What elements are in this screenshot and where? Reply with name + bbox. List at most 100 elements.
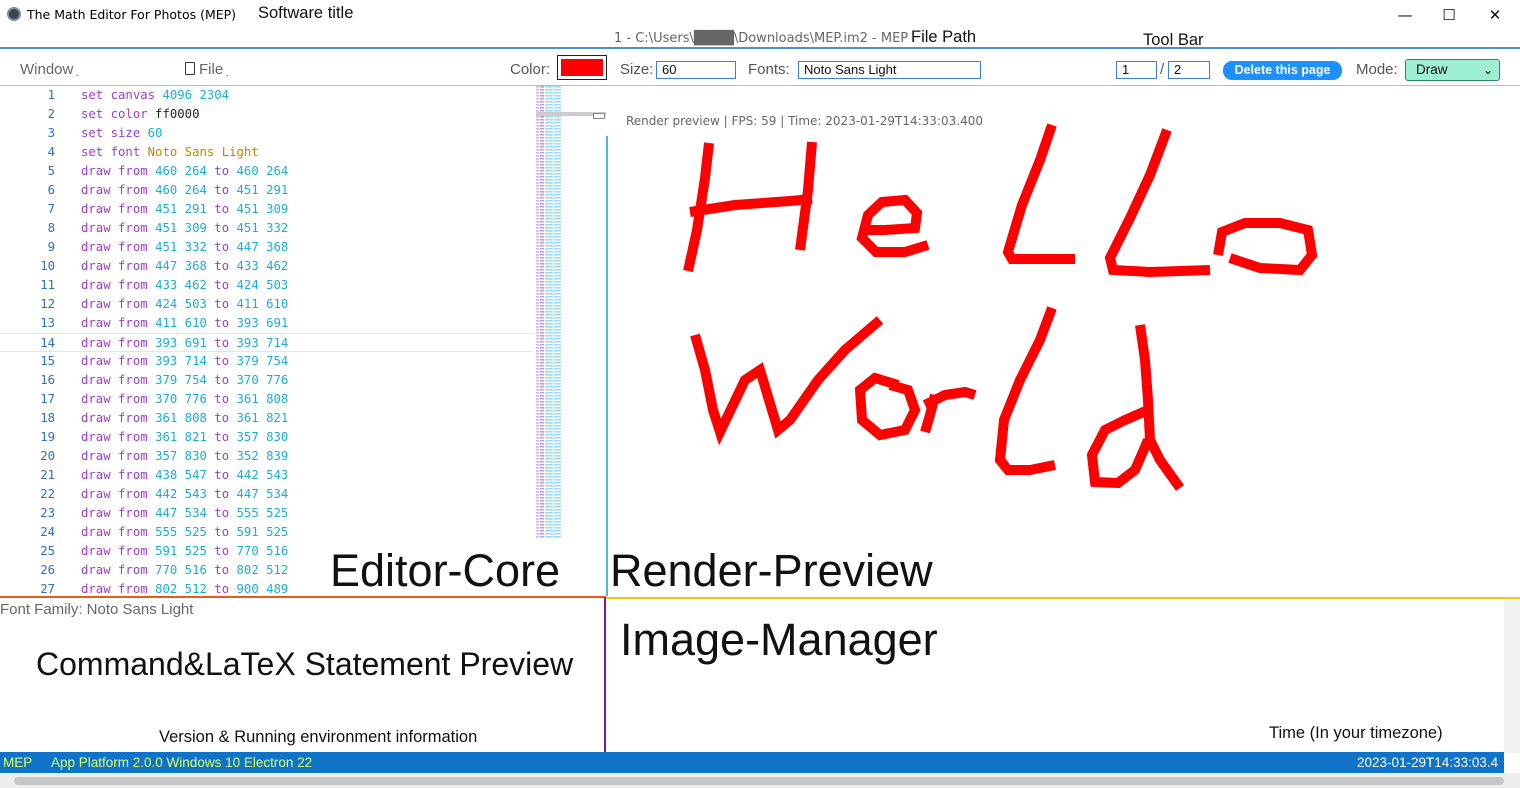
image-manager-divider bbox=[606, 597, 1520, 599]
cursor-indicator bbox=[593, 113, 605, 119]
line-number: 27 bbox=[40, 582, 55, 596]
line-code: draw from 370 776 to 361 808 bbox=[81, 392, 289, 406]
line-number: 6 bbox=[47, 183, 55, 197]
code-line[interactable]: 3 set size 60 bbox=[0, 124, 533, 143]
stroke-e bbox=[856, 194, 930, 257]
code-line[interactable]: 17 draw from 370 776 to 361 808 bbox=[0, 390, 533, 409]
line-code: draw from 361 821 to 357 830 bbox=[81, 430, 289, 444]
code-line[interactable]: 12 draw from 424 503 to 411 610 bbox=[0, 295, 533, 314]
line-code: draw from 393 691 to 393 714 bbox=[81, 336, 289, 350]
delete-page-button[interactable]: Delete this page bbox=[1223, 61, 1342, 80]
line-number: 9 bbox=[47, 240, 55, 254]
line-code: set font Noto Sans Light bbox=[81, 145, 259, 159]
stroke-r bbox=[920, 386, 977, 434]
close-button[interactable]: ✕ bbox=[1472, 0, 1518, 30]
line-number: 16 bbox=[40, 373, 55, 387]
code-line[interactable]: 15 draw from 393 714 to 379 754 bbox=[0, 352, 533, 371]
code-line[interactable]: 21 draw from 438 547 to 442 543 bbox=[0, 466, 533, 485]
line-code: draw from 447 534 to 555 525 bbox=[81, 506, 289, 520]
version-annotation: Version & Running environment informatio… bbox=[159, 728, 478, 746]
code-line[interactable]: 22 draw from 442 543 to 447 534 bbox=[0, 485, 533, 504]
line-code: set color ff0000 bbox=[81, 107, 200, 121]
line-code: draw from 591 525 to 770 516 bbox=[81, 544, 289, 558]
line-number: 8 bbox=[47, 221, 55, 235]
stroke-l2 bbox=[1104, 128, 1211, 278]
fonts-input[interactable]: Noto Sans Light bbox=[798, 61, 981, 79]
image-manager-scrollbar[interactable] bbox=[1504, 599, 1520, 753]
statement-font-family: Font Family: Noto Sans Light bbox=[0, 601, 194, 618]
size-input[interactable]: 60 bbox=[656, 61, 736, 79]
size-label: Size: bbox=[620, 61, 654, 78]
hello-world-drawing bbox=[683, 123, 1318, 491]
stroke-w bbox=[690, 316, 884, 446]
status-time: 2023-01-29T14:33:03.4 bbox=[1357, 755, 1499, 770]
line-number: 25 bbox=[40, 544, 55, 558]
horizontal-scroll-thumb[interactable] bbox=[14, 777, 1504, 785]
line-code: set size 60 bbox=[81, 126, 163, 140]
line-number: 21 bbox=[40, 468, 55, 482]
line-number: 7 bbox=[47, 202, 55, 216]
stroke-d bbox=[1086, 324, 1185, 491]
code-line[interactable]: 18 draw from 361 808 to 361 821 bbox=[0, 409, 533, 428]
line-code: draw from 442 543 to 447 534 bbox=[81, 487, 289, 501]
code-line[interactable]: 13 draw from 411 610 to 393 691 bbox=[0, 314, 533, 333]
line-code: draw from 447 368 to 433 462 bbox=[81, 259, 289, 273]
stroke-h-bar bbox=[689, 194, 813, 217]
code-line[interactable]: 5 draw from 460 264 to 460 264 bbox=[0, 162, 533, 181]
code-line[interactable]: 8 draw from 451 309 to 451 332 bbox=[0, 219, 533, 238]
code-line[interactable]: 19 draw from 361 821 to 357 830 bbox=[0, 428, 533, 447]
line-code: draw from 411 610 to 393 691 bbox=[81, 316, 289, 330]
window-menu[interactable]: Window ˬ bbox=[20, 61, 79, 78]
mode-label: Mode: bbox=[1356, 61, 1398, 78]
code-line[interactable]: 9 draw from 451 332 to 447 368 bbox=[0, 238, 533, 257]
line-code: draw from 433 462 to 424 503 bbox=[81, 278, 289, 292]
stroke-l1 bbox=[1002, 123, 1075, 264]
window-title: The Math Editor For Photos (MEP) bbox=[27, 7, 237, 22]
app-logo-icon bbox=[7, 7, 21, 21]
line-number: 26 bbox=[40, 563, 55, 577]
file-menu[interactable]: File ˬ bbox=[185, 61, 229, 78]
code-line[interactable]: 20 draw from 357 830 to 352 839 bbox=[0, 447, 533, 466]
line-number: 4 bbox=[47, 145, 55, 159]
line-number: 22 bbox=[40, 487, 55, 501]
file-path: 1 - C:\Users\████\Downloads\MEP.im2 - ME… bbox=[614, 31, 909, 46]
line-code: draw from 802 512 to 900 489 bbox=[81, 582, 289, 596]
code-line[interactable]: 24 draw from 555 525 to 591 525 bbox=[0, 523, 533, 542]
line-code: draw from 451 332 to 447 368 bbox=[81, 240, 289, 254]
color-picker[interactable] bbox=[557, 55, 607, 80]
page-separator: / bbox=[1160, 61, 1165, 78]
line-code: draw from 357 830 to 352 839 bbox=[81, 449, 289, 463]
mode-select[interactable]: Draw ⌄ bbox=[1405, 59, 1500, 81]
line-number: 13 bbox=[40, 316, 55, 330]
render-canvas[interactable] bbox=[608, 86, 1520, 596]
code-line[interactable]: 4 set font Noto Sans Light bbox=[0, 143, 533, 162]
header-divider bbox=[0, 47, 1520, 49]
statement-preview-annotation: Command&LaTeX Statement Preview bbox=[36, 646, 574, 682]
line-code: draw from 379 754 to 370 776 bbox=[81, 373, 289, 387]
line-number: 2 bbox=[47, 107, 55, 121]
maximize-button[interactable]: ☐ bbox=[1426, 0, 1472, 30]
minimize-button[interactable]: — bbox=[1382, 0, 1428, 30]
code-line[interactable]: 6 draw from 460 264 to 451 291 bbox=[0, 181, 533, 200]
line-code: draw from 451 291 to 451 309 bbox=[81, 202, 289, 216]
code-line[interactable]: 2 set color ff0000 bbox=[0, 105, 533, 124]
stroke-l3 bbox=[994, 306, 1057, 475]
panel-splitter[interactable] bbox=[604, 597, 606, 771]
code-line[interactable]: 14 draw from 393 691 to 393 714 bbox=[0, 333, 533, 352]
line-number: 12 bbox=[40, 297, 55, 311]
page-current-input[interactable]: 1 bbox=[1116, 61, 1157, 79]
line-number: 18 bbox=[40, 411, 55, 425]
line-code: draw from 555 525 to 591 525 bbox=[81, 525, 289, 539]
color-swatch bbox=[561, 59, 603, 76]
code-line[interactable]: 10 draw from 447 368 to 433 462 bbox=[0, 257, 533, 276]
code-line[interactable]: 23 draw from 447 534 to 555 525 bbox=[0, 504, 533, 523]
editor-minimap[interactable] bbox=[534, 86, 566, 538]
line-code: draw from 438 547 to 442 543 bbox=[81, 468, 289, 482]
code-line[interactable]: 16 draw from 379 754 to 370 776 bbox=[0, 371, 533, 390]
code-line[interactable]: 1 set canvas 4096 2304 bbox=[0, 86, 533, 105]
code-line[interactable]: 7 draw from 451 291 to 451 309 bbox=[0, 200, 533, 219]
line-number: 1 bbox=[47, 88, 55, 102]
code-editor[interactable]: 1 set canvas 4096 2304 2 set color ff0000 3 s… bbox=[0, 86, 533, 596]
code-line[interactable]: 11 draw from 433 462 to 424 503 bbox=[0, 276, 533, 295]
time-annotation: Time (In your timezone) bbox=[1269, 724, 1443, 742]
